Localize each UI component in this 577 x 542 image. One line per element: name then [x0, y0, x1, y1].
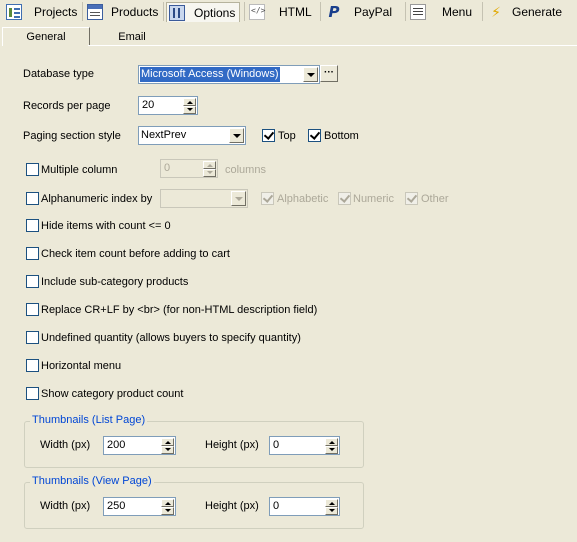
- paypal-icon: P: [328, 3, 340, 21]
- database-type-label: Database type: [23, 68, 94, 80]
- paging-style-select[interactable]: NextPrev: [138, 126, 246, 145]
- other-checkbox[interactable]: [405, 192, 418, 205]
- spin-down-icon[interactable]: [325, 446, 338, 454]
- alphabetic-checkbox[interactable]: [261, 192, 274, 205]
- spin-up-icon[interactable]: [325, 499, 338, 507]
- paging-bottom-checkbox[interactable]: [308, 129, 321, 142]
- thumb-view-width-stepper[interactable]: 250: [103, 497, 176, 516]
- multiple-column-checkbox[interactable]: [26, 163, 39, 176]
- chevron-down-icon[interactable]: [229, 128, 244, 143]
- toolbar-paypal-button[interactable]: P PayPal: [326, 2, 400, 22]
- thumb-list-width-label: Width (px): [40, 439, 91, 451]
- database-type-select[interactable]: Microsoft Access (Windows): [138, 65, 320, 84]
- multiple-column-label: Multiple column: [41, 164, 118, 176]
- toolbar-products-button[interactable]: Products: [87, 2, 161, 22]
- columns-stepper[interactable]: 0: [160, 159, 218, 178]
- alpha-index-label: Alphanumeric index by: [41, 193, 153, 205]
- html-icon: [249, 4, 265, 20]
- toolbar-options-button[interactable]: Options: [166, 2, 240, 22]
- numeric-checkbox[interactable]: [338, 192, 351, 205]
- other-label: Other: [421, 193, 449, 205]
- numeric-label: Numeric: [353, 193, 394, 205]
- show-category-count-label: Show category product count: [41, 388, 184, 400]
- replace-crlf-label: Replace CR+LF by <br> (for non-HTML desc…: [41, 304, 318, 316]
- thumb-list-width-stepper[interactable]: 200: [103, 436, 176, 455]
- thumb-list-height-stepper[interactable]: 0: [269, 436, 340, 455]
- records-per-page-stepper[interactable]: 20: [138, 96, 198, 115]
- chevron-down-icon[interactable]: [231, 191, 246, 206]
- paging-top-label: Top: [278, 130, 296, 142]
- thumbnails-list-title: Thumbnails (List Page): [30, 414, 148, 426]
- horizontal-menu-label: Horizontal menu: [41, 360, 122, 372]
- toolbar-generate-button[interactable]: ⚡ Generate: [488, 2, 568, 22]
- hide-items-label: Hide items with count <= 0: [41, 220, 171, 232]
- thumbnails-view-title: Thumbnails (View Page): [30, 475, 154, 487]
- hide-items-checkbox[interactable]: [26, 219, 39, 232]
- spin-down-icon[interactable]: [161, 507, 174, 515]
- toolbar-menu-button[interactable]: Menu: [410, 2, 476, 22]
- tab-divider-line: [88, 45, 577, 46]
- options-icon: [169, 4, 185, 21]
- toolbar-projects-button[interactable]: Projects: [6, 2, 78, 22]
- projects-icon: [6, 4, 22, 20]
- include-subcategory-checkbox[interactable]: [26, 275, 39, 288]
- paging-top-checkbox[interactable]: [262, 129, 275, 142]
- records-per-page-label: Records per page: [23, 100, 111, 112]
- chevron-down-icon[interactable]: [303, 67, 318, 82]
- alpha-index-select[interactable]: [160, 189, 248, 208]
- database-type-value: Microsoft Access (Windows): [140, 67, 280, 82]
- menu-icon: [410, 4, 426, 20]
- check-item-count-label: Check item count before adding to cart: [41, 248, 230, 260]
- thumb-list-height-label: Height (px): [205, 439, 259, 451]
- include-subcategory-label: Include sub-category products: [41, 276, 189, 288]
- alpha-index-checkbox[interactable]: [26, 192, 39, 205]
- spin-up-icon[interactable]: [325, 438, 338, 446]
- tab-email[interactable]: Email: [90, 27, 174, 46]
- undefined-quantity-label: Undefined quantity (allows buyers to spe…: [41, 332, 301, 344]
- spin-up-icon[interactable]: [183, 98, 196, 106]
- spin-down-icon[interactable]: [161, 446, 174, 454]
- generate-icon: ⚡: [491, 4, 501, 20]
- thumb-view-height-stepper[interactable]: 0: [269, 497, 340, 516]
- sub-tab-bar: General Email: [0, 24, 577, 46]
- spin-down-icon[interactable]: [325, 507, 338, 515]
- thumb-view-width-label: Width (px): [40, 500, 91, 512]
- columns-suffix-label: columns: [225, 164, 266, 176]
- paging-bottom-label: Bottom: [324, 130, 359, 142]
- paging-style-label: Paging section style: [23, 130, 121, 142]
- check-item-count-checkbox[interactable]: [26, 247, 39, 260]
- spin-up-icon[interactable]: [161, 438, 174, 446]
- main-toolbar: Projects Products Options HTML P PayPal …: [0, 0, 577, 24]
- undefined-quantity-checkbox[interactable]: [26, 331, 39, 344]
- show-category-count-checkbox[interactable]: [26, 387, 39, 400]
- horizontal-menu-checkbox[interactable]: [26, 359, 39, 372]
- tab-general[interactable]: General: [2, 27, 90, 46]
- spin-down-icon[interactable]: [183, 106, 196, 114]
- spin-down-icon[interactable]: [203, 169, 216, 177]
- spin-up-icon[interactable]: [203, 161, 216, 169]
- thumb-view-height-label: Height (px): [205, 500, 259, 512]
- database-browse-button[interactable]: ···: [320, 65, 338, 82]
- products-icon: [87, 4, 103, 20]
- replace-crlf-checkbox[interactable]: [26, 303, 39, 316]
- toolbar-html-button[interactable]: HTML: [249, 2, 315, 22]
- alphabetic-label: Alphabetic: [277, 193, 329, 205]
- spin-up-icon[interactable]: [161, 499, 174, 507]
